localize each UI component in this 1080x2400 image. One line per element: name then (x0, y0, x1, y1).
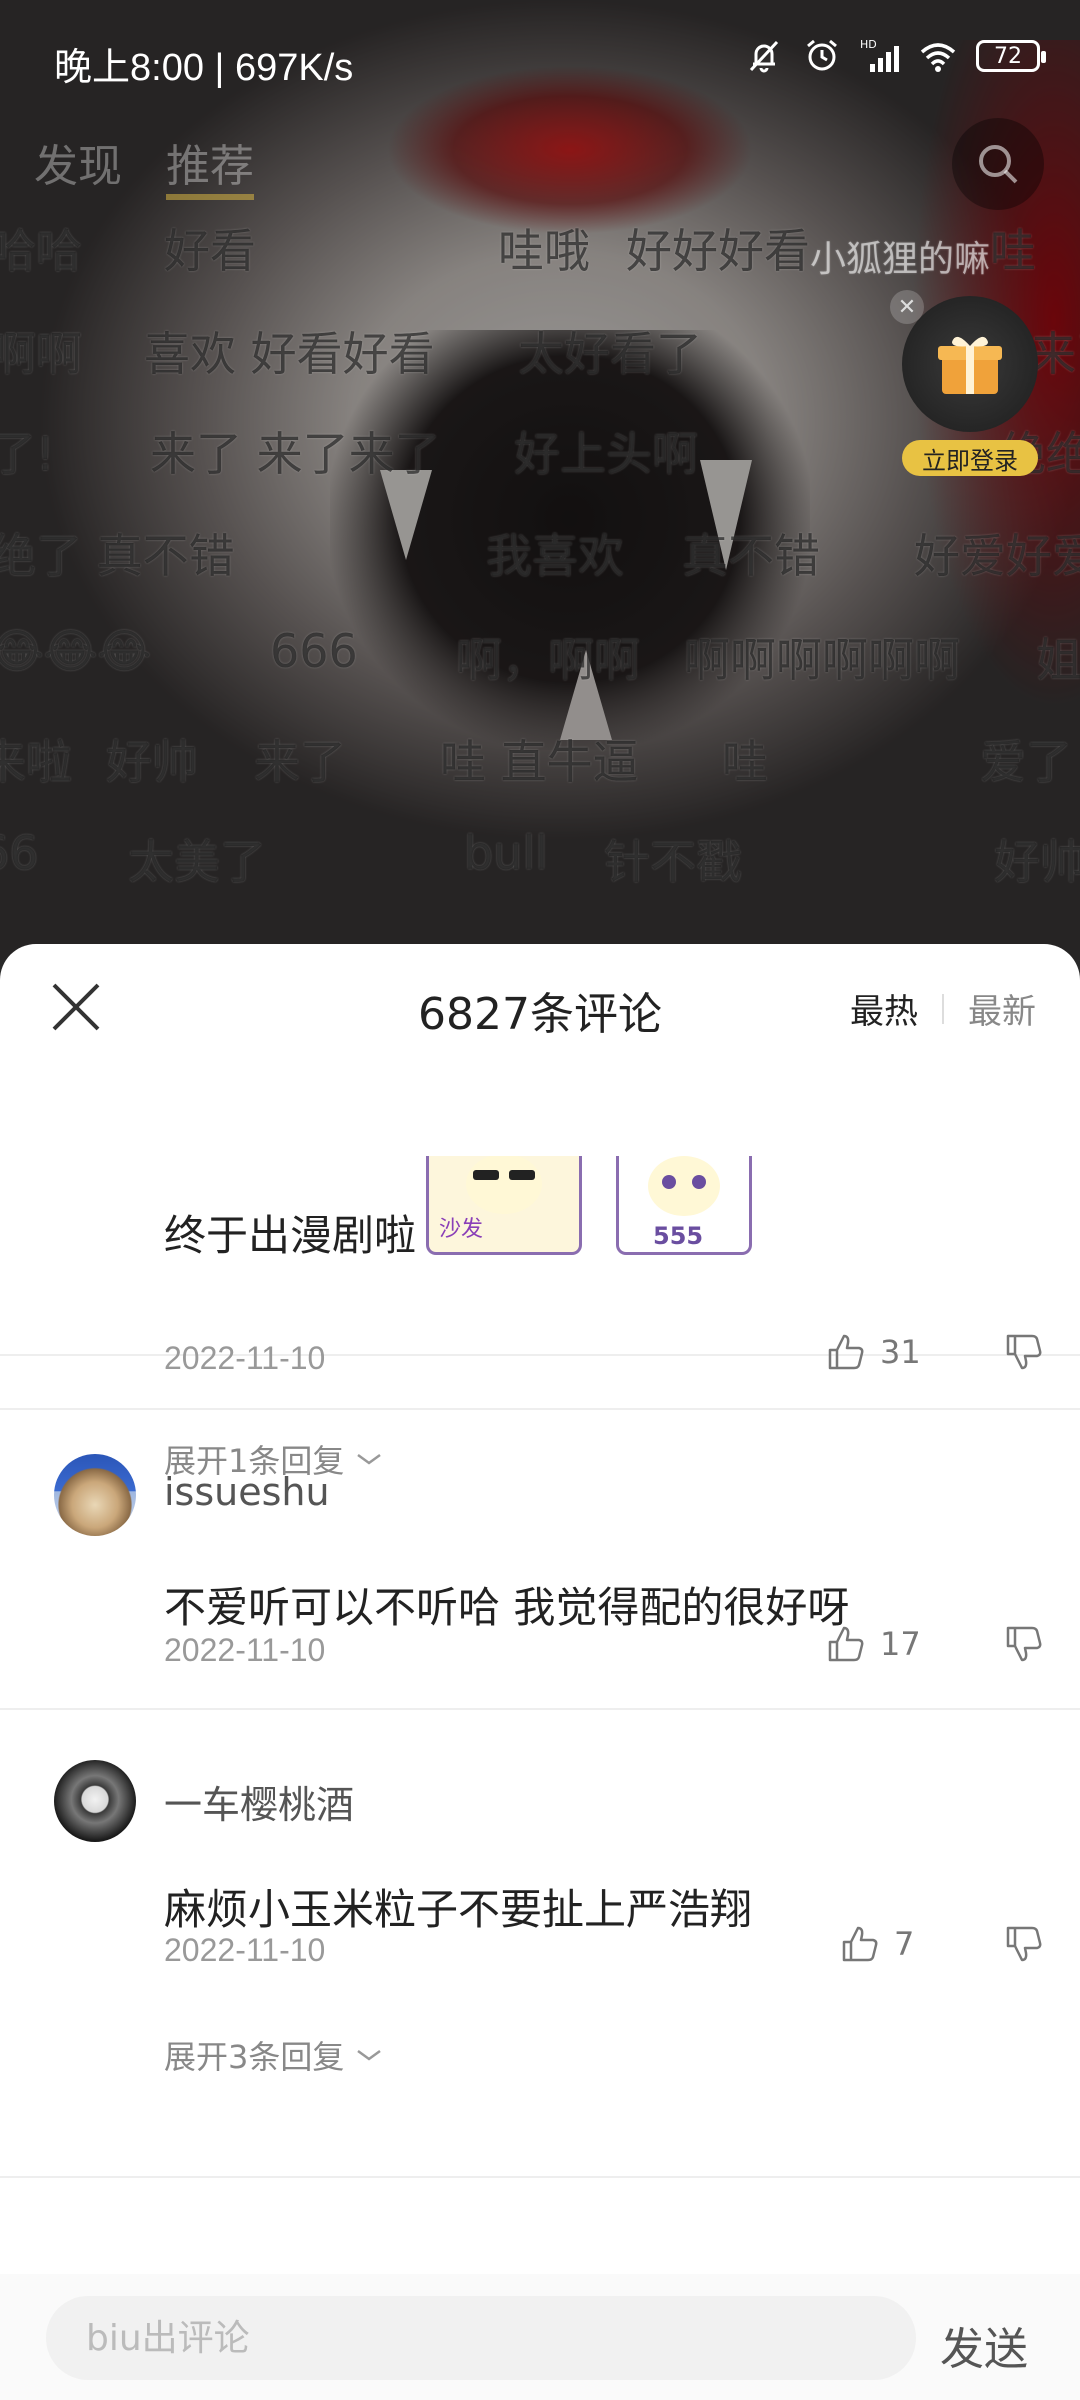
chevron-down-icon (357, 2049, 382, 2061)
comment-username[interactable]: issueshu (164, 1470, 330, 1514)
danmaku-item: 我喜欢 (486, 529, 624, 583)
avatar[interactable] (54, 1454, 136, 1536)
danmaku-item: 好看 (164, 224, 256, 278)
comment-input-bar: 发送 (0, 2274, 1080, 2400)
like-button[interactable]: 31 (826, 1332, 921, 1372)
sort-new-tab[interactable]: 最新 (968, 984, 1036, 1033)
mute-bell-icon (749, 40, 779, 73)
comment-body: 终于出漫剧啦 (164, 1211, 417, 1260)
top-nav: 发现 推荐 (34, 130, 254, 200)
gift-widget[interactable]: ✕ 立即登录 (890, 290, 1038, 476)
danmaku-item: 好上头啊 (514, 427, 698, 481)
expand-replies-label: 展开3条回复 (164, 2038, 345, 2076)
gift-icon (938, 336, 1002, 394)
thumbs-up-icon (828, 1334, 864, 1370)
danmaku-item: 😂😂😂 (0, 624, 152, 678)
sort-tabs: 最热 最新 (850, 984, 1036, 1033)
expand-replies-button[interactable]: 展开3条回复 (164, 2032, 384, 2078)
danmaku-item: 来了 (254, 735, 346, 789)
sticker-text: 沙发 (439, 1217, 483, 1242)
login-now-button[interactable]: 立即登录 (902, 440, 1038, 476)
send-button[interactable]: 发送 (934, 2312, 1034, 2378)
thumbs-up-icon (842, 1926, 878, 1962)
thumbs-down-icon (1006, 1334, 1042, 1370)
thumbs-up-icon (828, 1626, 864, 1662)
dislike-button[interactable] (1004, 1332, 1044, 1376)
danmaku-item: 啊啊啊啊啊啊 (684, 633, 960, 687)
danmaku-item: 针不戳 (604, 835, 742, 889)
sort-hot-tab[interactable]: 最热 (850, 984, 918, 1033)
danmaku-item: 好好好看 (626, 224, 810, 278)
wifi-icon (920, 43, 956, 72)
danmaku-item: 来了 来了来了 (150, 427, 441, 481)
dislike-button[interactable] (1004, 1624, 1044, 1668)
danmaku-item: 姐 (1036, 633, 1080, 687)
tab-recommend[interactable]: 推荐 (166, 130, 254, 200)
danmaku-item: 了! (0, 427, 55, 481)
comment-item: issueshu 不爱听可以不听哈 我觉得配的很好呀 2022-11-10 17 (0, 1410, 1080, 1710)
danmaku-item: 太美了 (128, 835, 266, 889)
tab-discover[interactable]: 发现 (34, 130, 122, 200)
danmaku-item: 哈哈 (0, 224, 82, 278)
battery-icon: 72 (976, 40, 1046, 72)
danmaku-item: 好爱好爱 (914, 529, 1080, 583)
danmaku-item: 66 (0, 826, 39, 880)
comment-item: 一车樱桃酒 麻烦小玉米粒子不要扯上严浩翔 2022-11-10 7 展开3条回复 (0, 1710, 1080, 2178)
danmaku-item: 太好看了 (518, 327, 702, 381)
comment-sheet-header: 6827条评论 最热 最新 (0, 944, 1080, 1064)
alarm-icon (807, 39, 837, 71)
sort-divider (942, 993, 944, 1024)
danmaku-item: bull (464, 826, 548, 880)
danmaku-item: 真不错 (682, 529, 820, 583)
comment-date: 2022-11-10 (164, 1932, 326, 1968)
danmaku-item: 哇 (722, 735, 768, 789)
thumbs-down-icon (1006, 1626, 1042, 1662)
like-button[interactable]: 17 (826, 1624, 921, 1664)
avatar[interactable] (54, 1760, 136, 1842)
svg-text:HD: HD (860, 38, 877, 51)
danmaku-item: 爱了 (980, 735, 1072, 789)
comment-input[interactable] (46, 2296, 916, 2380)
comment-item: 终于出漫剧啦 沙发 555 2022-11-10 31 展开1条回复 (0, 1064, 1080, 1480)
comment-sheet: 6827条评论 最热 最新 终于出漫剧啦 沙发 555 2022-11-10 3… (0, 944, 1080, 2400)
danmaku-item: 绝了 真不错 (0, 529, 235, 583)
battery-level: 72 (994, 43, 1022, 69)
like-count: 31 (880, 1333, 921, 1371)
danmaku-item: 啊，啊啊 (456, 633, 640, 687)
like-button[interactable]: 7 (840, 1924, 914, 1964)
danmaku-item: 哇 (990, 224, 1036, 278)
danmaku-item: 哇 直牛逼 (440, 735, 639, 789)
sticker-555: 555 (616, 1156, 753, 1255)
comment-text: 麻烦小玉米粒子不要扯上严浩翔 (164, 1885, 753, 1934)
sticker-text: 555 (653, 1222, 703, 1250)
danmaku-item: 小狐狸的嘛 (810, 239, 991, 280)
danmaku-item: 好帅 (106, 735, 198, 789)
comment-text: 不爱听可以不听哈 我觉得配的很好呀 (164, 1583, 850, 1632)
danmaku-item: 来啦 (0, 735, 72, 789)
danmaku-item: 666 (270, 624, 358, 678)
sticker-face-icon: 沙发 (439, 1154, 543, 1242)
dislike-button[interactable] (1004, 1924, 1044, 1968)
thumbs-down-icon (1006, 1926, 1042, 1962)
like-count: 7 (894, 1925, 915, 1963)
comment-date: 2022-11-10 (164, 1632, 326, 1668)
search-button[interactable] (952, 118, 1044, 210)
danmaku-item: 啊啊 (0, 327, 82, 381)
danmaku-item: 好帅 (994, 835, 1080, 889)
danmaku-item: 哇哦 (498, 224, 590, 278)
danmaku-item: 喜欢 好看好看 (144, 327, 435, 381)
sticker-sofa: 沙发 (426, 1154, 583, 1255)
gift-close-icon[interactable]: ✕ (890, 290, 924, 324)
status-bar: 晚上8:00 | 697K/s HD 72 (0, 0, 1080, 120)
gift-circle[interactable] (902, 296, 1038, 432)
like-count: 17 (880, 1625, 921, 1663)
hd-signal-icon: HD (860, 38, 899, 72)
comment-date: 2022-11-10 (164, 1340, 326, 1376)
search-icon (979, 145, 1018, 184)
comment-text: 终于出漫剧啦 沙发 555 (164, 1154, 753, 1263)
status-time-speed: 晚上8:00 | 697K/s (54, 47, 354, 89)
comment-username[interactable]: 一车樱桃酒 (164, 1774, 354, 1829)
sticker-crying-icon: 555 (648, 1156, 721, 1250)
